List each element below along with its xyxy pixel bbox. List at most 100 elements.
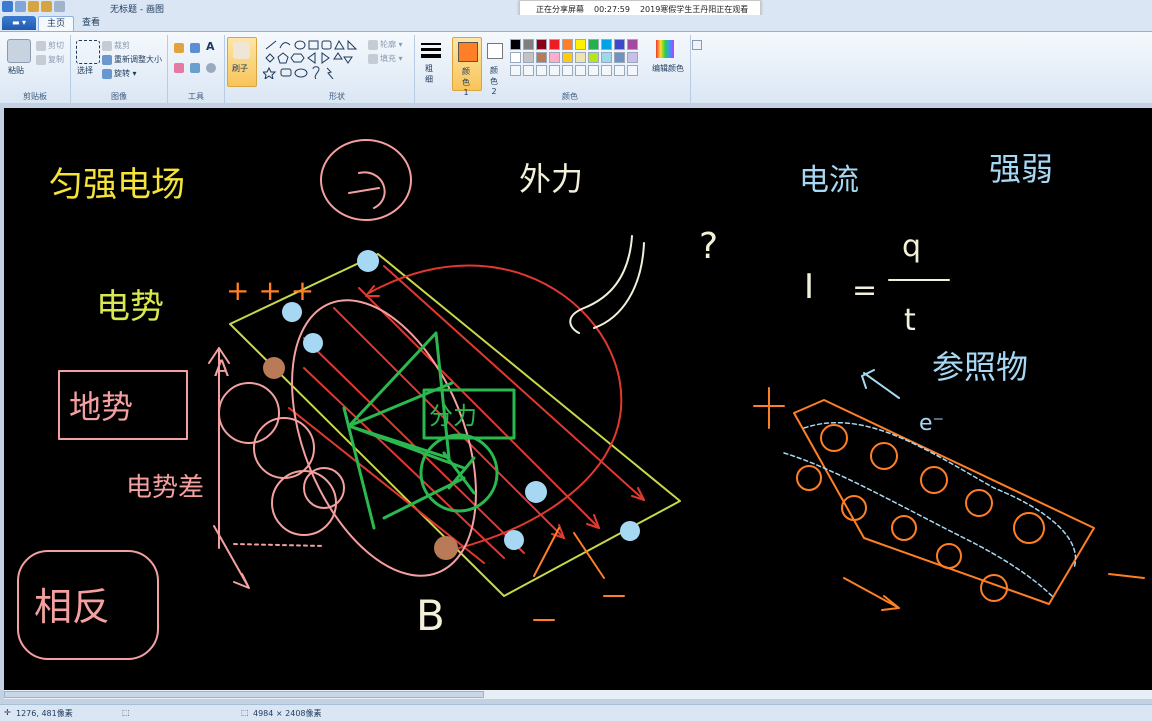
fill-icon[interactable] (190, 43, 200, 53)
save-icon[interactable] (15, 1, 26, 12)
dashed-line (233, 543, 325, 547)
app-icon[interactable] (2, 1, 13, 12)
charge-circles (208, 139, 477, 577)
cursor-position: 1276, 481像素 (16, 709, 73, 718)
resize-button[interactable]: 重新调整大小 (102, 54, 162, 65)
shape-heart-icon[interactable] (312, 66, 320, 79)
tab-home[interactable]: 主页 (38, 16, 75, 32)
color2-button[interactable]: 颜色 2 (482, 37, 508, 96)
undo-icon[interactable] (28, 1, 39, 12)
drawing-canvas[interactable]: 匀强电场 外力 电流 强弱 I = q t 参照物 电势 + + + 地势 电势… (4, 108, 1152, 690)
shape-triangle-icon[interactable] (334, 39, 345, 50)
paint-menu-button[interactable]: ▬ ▾ (2, 16, 36, 30)
redo-icon[interactable] (41, 1, 52, 12)
palette-color-swatch[interactable] (575, 52, 586, 63)
edit-colors-icon[interactable] (656, 40, 674, 58)
pencil-icon[interactable] (174, 43, 184, 53)
shape-star-icon[interactable] (263, 66, 277, 79)
reference-label: 参照物 (932, 348, 1028, 386)
shape-hexagon-icon[interactable] (290, 53, 305, 63)
brush-group: 刷子 (225, 35, 257, 103)
brush-button[interactable]: 刷子 (227, 37, 257, 87)
paste-button[interactable]: 粘贴 (8, 65, 24, 76)
palette-empty-swatch[interactable] (588, 65, 599, 76)
shape-rect-icon[interactable] (308, 40, 319, 50)
palette-color-swatch[interactable] (601, 52, 612, 63)
palette-color-swatch[interactable] (614, 39, 625, 50)
shape-oval-icon[interactable] (294, 40, 306, 50)
shape-cloud-icon[interactable] (294, 68, 308, 78)
palette-color-swatch[interactable] (549, 52, 560, 63)
hand-sketch (569, 235, 645, 334)
size-line-thin (421, 43, 441, 45)
outline-dropdown[interactable]: 轮廓 ▾ (368, 39, 403, 50)
palette-color-swatch[interactable] (523, 39, 534, 50)
paste-icon[interactable] (7, 39, 31, 63)
color1-button[interactable]: 颜色 1 (452, 37, 482, 97)
text-tool-icon[interactable]: A (206, 40, 215, 53)
eraser-icon[interactable] (174, 63, 184, 73)
copy-button[interactable]: 复制 (36, 54, 64, 65)
rotate-button[interactable]: 旋转 ▾ (102, 68, 137, 79)
palette-color-swatch[interactable] (510, 39, 521, 50)
cut-button[interactable]: 剪切 (36, 40, 64, 51)
palette-empty-swatch[interactable] (627, 65, 638, 76)
palette-color-swatch[interactable] (588, 52, 599, 63)
shapes-group-label: 形状 (329, 92, 345, 101)
customize-icon[interactable] (54, 1, 65, 12)
palette-color-swatch[interactable] (627, 52, 638, 63)
shape-arrow-right-icon[interactable] (321, 52, 330, 64)
shape-roundrect-icon[interactable] (321, 40, 332, 50)
select-button[interactable]: 选择 (77, 65, 93, 76)
shape-arrow-left-icon[interactable] (307, 52, 316, 64)
select-icon[interactable] (76, 40, 100, 64)
shape-callout-icon[interactable] (280, 68, 292, 77)
palette-color-swatch[interactable] (588, 39, 599, 50)
palette-empty-swatch[interactable] (549, 65, 560, 76)
shape-lightning-icon[interactable] (326, 67, 334, 79)
share-status: 正在分享屏幕 (536, 5, 584, 14)
edit-colors-button[interactable]: 编辑颜色 (652, 63, 684, 74)
palette-color-swatch[interactable] (536, 39, 547, 50)
fill-bucket-icon (368, 53, 378, 64)
size-line-thick (421, 54, 441, 58)
crop-button[interactable]: 裁剪 (102, 40, 130, 51)
formula-q: q (902, 229, 921, 264)
palette-color-swatch[interactable] (510, 52, 521, 63)
palette-empty-swatch[interactable] (601, 65, 612, 76)
tab-view[interactable]: 查看 (74, 16, 108, 31)
palette-color-swatch[interactable] (562, 39, 573, 50)
palette-empty-swatch[interactable] (510, 65, 521, 76)
shape-arrow-up-icon[interactable] (333, 52, 343, 60)
palette-empty-swatch[interactable] (536, 65, 547, 76)
palette-empty-swatch[interactable] (575, 65, 586, 76)
palette-color-swatch[interactable] (614, 52, 625, 63)
magnifier-icon[interactable] (206, 63, 216, 73)
palette-color-swatch[interactable] (601, 39, 612, 50)
shapes-gallery[interactable] (263, 39, 363, 79)
palette-color-swatch[interactable] (627, 39, 638, 50)
palette-color-swatch[interactable] (536, 52, 547, 63)
share-viewer: 2019寒假学生王丹阳正在观看 (639, 5, 749, 14)
shape-pentagon-icon[interactable] (277, 52, 289, 64)
palette-color-swatch[interactable] (523, 52, 534, 63)
palette-empty-swatch[interactable] (562, 65, 573, 76)
shape-line-icon[interactable] (265, 40, 277, 50)
conductor-diagram (753, 387, 1145, 611)
color-picker-icon[interactable] (190, 63, 200, 73)
shape-right-triangle-icon[interactable] (347, 39, 358, 50)
palette-color-swatch[interactable] (549, 39, 560, 50)
palette-empty-swatch[interactable] (614, 65, 625, 76)
size-button[interactable]: 粗细 (423, 63, 435, 85)
shape-arrow-down-icon[interactable] (343, 56, 353, 64)
shape-curve-icon[interactable] (279, 42, 291, 49)
palette-color-swatch[interactable] (575, 39, 586, 50)
horizontal-scrollbar[interactable] (4, 690, 1152, 699)
palette-color-swatch[interactable] (562, 52, 573, 63)
fill-dropdown[interactable]: 填充 ▾ (368, 53, 403, 64)
shape-diamond-icon[interactable] (265, 53, 275, 63)
ribbon-extra-icon[interactable] (692, 40, 702, 50)
palette-empty-swatch[interactable] (523, 65, 534, 76)
scrollbar-thumb[interactable] (4, 691, 484, 698)
formula-I: I (804, 267, 814, 307)
